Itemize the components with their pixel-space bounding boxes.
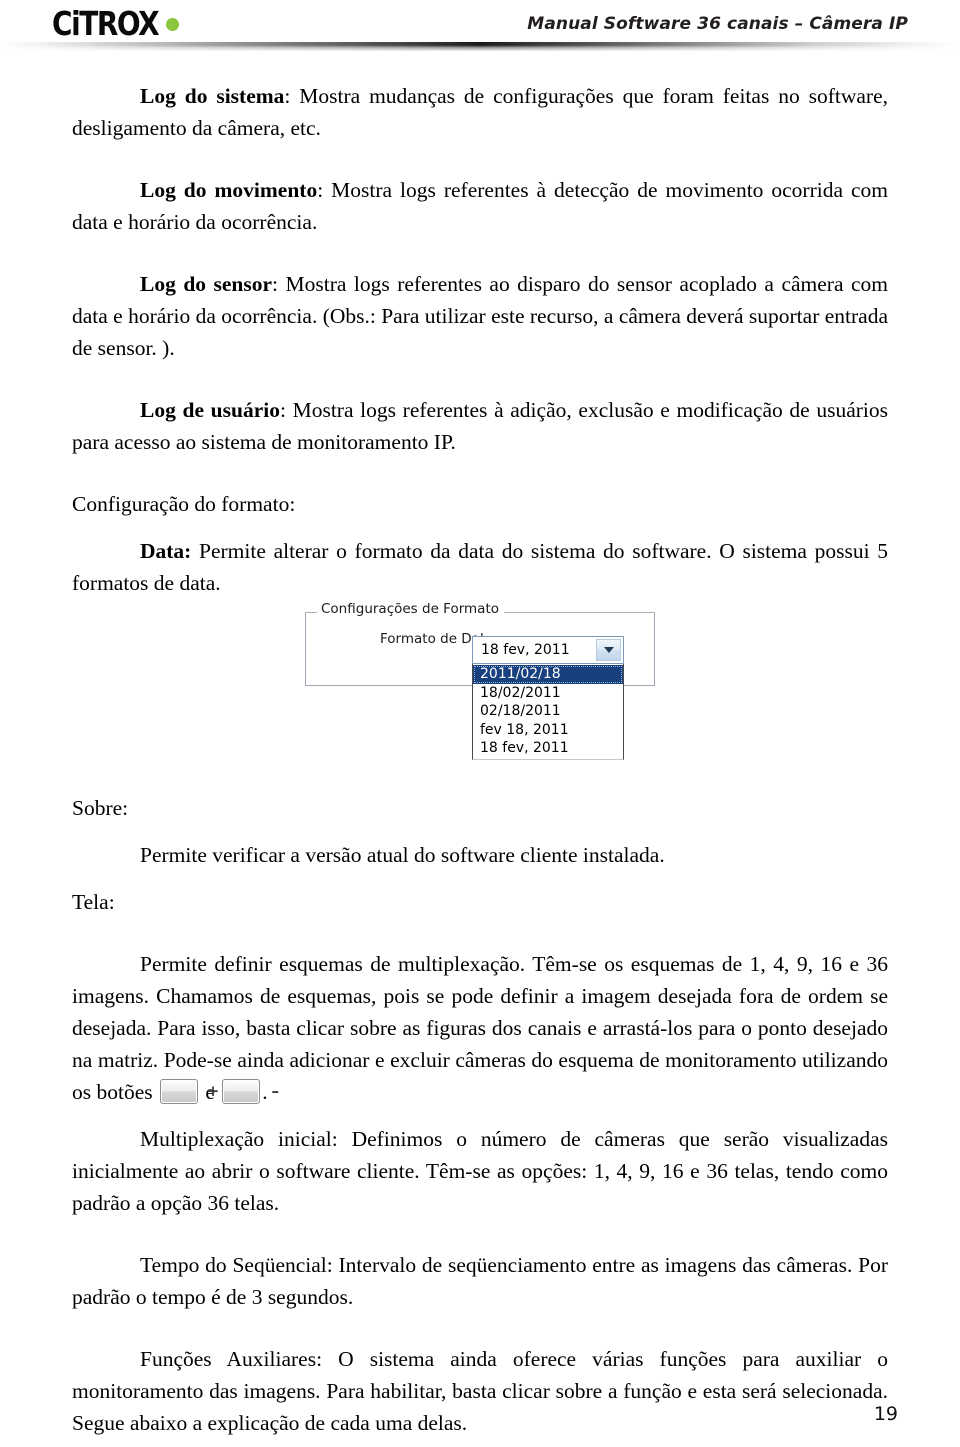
dropdown-option[interactable]: 18/02/2011	[473, 684, 623, 703]
paragraph-data-text: Permite alterar o formato da data do sis…	[72, 539, 888, 595]
paragraph-tempo-sequencial: Tempo do Seqüencial: Intervalo de seqüen…	[72, 1253, 888, 1309]
paragraph-sobre: Permite verificar a versão atual do soft…	[140, 843, 665, 867]
minus-icon: –	[271, 1082, 280, 1100]
header-title: Manual Software 36 canais – Câmera IP	[527, 14, 908, 34]
paragraph-log-movimento: Log do movimento: Mostra logs referentes…	[72, 174, 888, 238]
paragraph-tela: Permite definir esquemas de multiplexaçã…	[72, 948, 888, 1108]
heading-configuracao-formato: Configuração do formato:	[72, 492, 296, 516]
header-divider	[0, 42, 960, 51]
document-content-lower: Sobre: Permite verificar a versão atual …	[72, 792, 888, 1439]
dropdown-option[interactable]: 2011/02/18	[473, 665, 623, 684]
logo-wordmark: CiTROX	[52, 3, 160, 43]
paragraph-log-movimento-term: Log do movimento	[140, 178, 318, 202]
paragraph-data-term: Data:	[140, 539, 192, 563]
paragraph-funcoes-auxiliares: Funções Auxiliares: O sistema ainda ofer…	[72, 1347, 888, 1435]
dropdown-option[interactable]: 02/18/2011	[473, 702, 623, 721]
paragraph-log-sistema-term: Log do sistema	[140, 84, 285, 108]
document-content: Log do sistema: Mostra mudanças de confi…	[72, 80, 888, 599]
paragraph-log-sensor: Log do sensor: Mostra logs referentes ao…	[72, 268, 888, 364]
format-settings-screenshot: Configurações de Formato Formato de Dal …	[305, 602, 657, 772]
dropdown-option[interactable]: fev 18, 2011	[473, 721, 623, 740]
paragraph-data: Data: Permite alterar o formato da data …	[72, 535, 888, 599]
page-header: CiTROX Manual Software 36 canais – Câmer…	[0, 0, 960, 58]
paragraph-log-usuario: Log de usuário: Mostra logs referentes à…	[72, 394, 888, 458]
chevron-glyph	[603, 647, 614, 653]
plus-icon: +	[206, 1082, 220, 1100]
paragraph-log-sensor-term: Log do sensor	[140, 272, 273, 296]
paragraph-log-usuario-term: Log de usuário	[140, 398, 280, 422]
citrox-logo: CiTROX	[52, 4, 212, 42]
add-camera-button[interactable]: +	[160, 1079, 220, 1104]
chevron-down-icon[interactable]	[596, 639, 621, 661]
dropdown-option[interactable]: 18 fev, 2011	[473, 739, 623, 758]
groupbox-legend: Configurações de Formato	[317, 602, 505, 616]
heading-sobre: Sobre:	[72, 796, 129, 820]
remove-camera-button[interactable]: –	[222, 1079, 280, 1104]
paragraph-multiplexacao-inicial: Multiplexação inicial: Definimos o númer…	[72, 1127, 888, 1215]
page-number: 19	[873, 1403, 898, 1425]
paragraph-log-sistema: Log do sistema: Mostra mudanças de confi…	[72, 80, 888, 144]
date-format-selected-value: 18 fev, 2011	[481, 642, 570, 658]
logo-dot-icon	[166, 17, 180, 31]
date-format-label: Formato de Dal	[380, 631, 484, 647]
date-format-dropdown-list[interactable]: 2011/02/18 18/02/2011 02/18/2011 fev 18,…	[472, 664, 624, 760]
heading-tela: Tela:	[72, 890, 115, 914]
date-format-combobox[interactable]: 18 fev, 2011	[472, 636, 624, 664]
